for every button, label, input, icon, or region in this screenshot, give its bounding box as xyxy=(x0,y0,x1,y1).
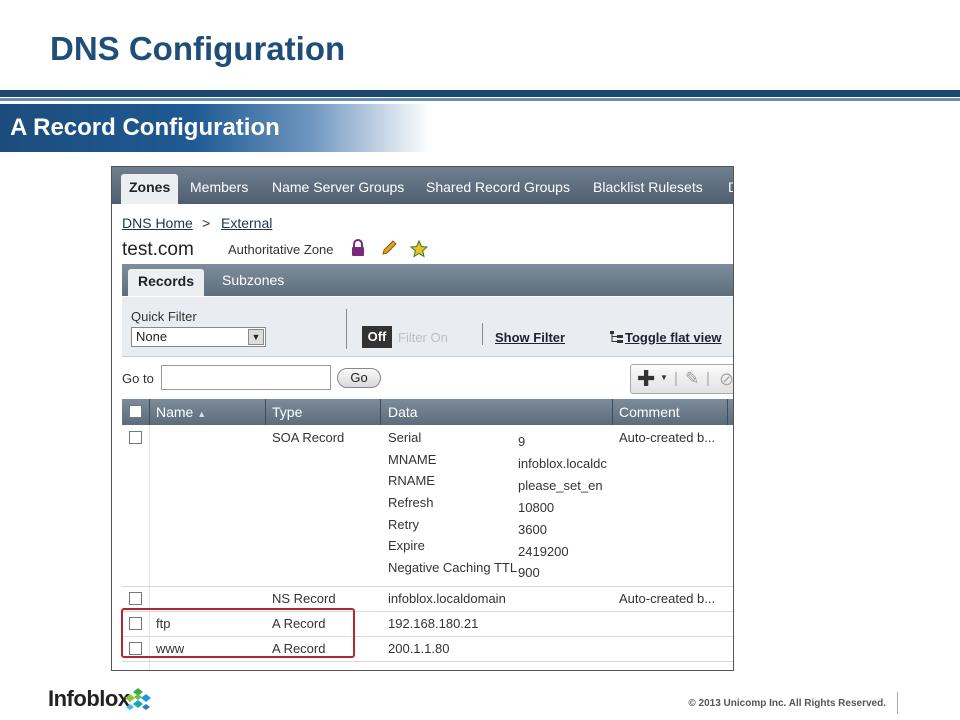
soa-field-refresh: Refresh xyxy=(388,495,434,510)
row-checkbox[interactable] xyxy=(129,431,142,444)
soa-field-expire: Expire xyxy=(388,538,425,553)
record-comment: Auto-created b... xyxy=(619,591,716,606)
row-divider xyxy=(122,661,733,662)
soa-field-retry: Retry xyxy=(388,517,420,532)
column-header-type[interactable]: Type xyxy=(272,404,302,420)
soa-field-rname: RNAME xyxy=(388,473,435,488)
record-type: SOA Record xyxy=(272,430,345,445)
title-rule-thin xyxy=(0,98,960,101)
lock-icon[interactable] xyxy=(348,239,368,259)
slide-title: DNS Configuration xyxy=(50,30,346,67)
app-screenshot: Zones Members Name Server Groups Shared … xyxy=(111,166,734,671)
record-comment: Auto-created b... xyxy=(619,430,716,445)
breadcrumb-home[interactable]: DNS Home xyxy=(122,215,193,231)
soa-value-refresh: 10800 xyxy=(518,500,555,515)
star-icon[interactable] xyxy=(409,239,429,259)
footer-divider xyxy=(897,692,898,714)
filter-on-button[interactable]: Filter On xyxy=(398,330,448,345)
toolbar-separator: | xyxy=(706,370,710,387)
tab-records[interactable]: Records xyxy=(128,269,205,296)
toolbar-separator: | xyxy=(674,370,678,387)
tab-zones[interactable]: Zones xyxy=(121,174,179,204)
infoblox-logo: Infoblox xyxy=(48,686,130,711)
tab-subzones[interactable]: Subzones xyxy=(222,272,284,288)
edit-icon[interactable]: ✎ xyxy=(685,369,699,389)
tab-shared-record-groups[interactable]: Shared Record Groups xyxy=(426,179,570,195)
zone-name: test.com xyxy=(122,239,194,260)
grid-header-separator xyxy=(265,399,266,425)
tab-blacklist-rulesets[interactable]: Blacklist Rulesets xyxy=(593,179,703,195)
select-all-checkbox[interactable] xyxy=(129,405,142,418)
row-checkbox[interactable] xyxy=(129,592,142,605)
column-header-name[interactable]: Name ▲ xyxy=(156,404,206,420)
records-subtab-bar: Records Subzones xyxy=(122,264,733,296)
soa-value-negative-ttl: 900 xyxy=(518,565,540,580)
tab-name-server-groups[interactable]: Name Server Groups xyxy=(272,179,404,195)
quick-filter-select[interactable]: None ▼ xyxy=(131,327,266,347)
record-data: 200.1.1.80 xyxy=(388,641,450,656)
infoblox-logo-mark xyxy=(124,687,152,713)
soa-value-expire: 2419200 xyxy=(518,544,569,559)
tab-overflow[interactable]: D xyxy=(728,179,733,195)
records-grid-header: Name ▲ Type Data Comment xyxy=(122,399,733,425)
column-name-label: Name xyxy=(156,404,194,420)
goto-label: Go to xyxy=(122,371,154,386)
go-button[interactable]: Go xyxy=(337,368,381,388)
filter-panel: Quick Filter None ▼ Off Filter On Show F… xyxy=(122,297,733,357)
section-title: A Record Configuration xyxy=(10,114,280,141)
record-type: NS Record xyxy=(272,591,336,606)
soa-value-serial: 9 xyxy=(518,434,526,449)
sort-ascending-icon: ▲ xyxy=(197,409,207,419)
quick-filter-value: None xyxy=(136,329,168,344)
a-record-highlight xyxy=(121,608,355,658)
copyright: © 2013 Unicomp Inc. All Rights Reserved. xyxy=(688,698,886,709)
soa-field-serial: Serial xyxy=(388,430,422,445)
delete-icon[interactable]: ⊘ xyxy=(719,369,733,390)
breadcrumb-separator: > xyxy=(202,215,211,231)
tab-members[interactable]: Members xyxy=(190,179,248,195)
column-header-data[interactable]: Data xyxy=(388,404,418,420)
title-rule xyxy=(0,90,960,97)
grid-header-separator xyxy=(380,399,381,425)
goto-input[interactable] xyxy=(161,365,331,390)
soa-value-rname: please_set_en xyxy=(518,478,603,493)
soa-value-mname: infoblox.localdc xyxy=(518,456,607,471)
zone-type: Authoritative Zone xyxy=(228,242,334,257)
soa-field-mname: MNAME xyxy=(388,452,437,467)
filter-divider xyxy=(346,309,347,349)
tree-view-icon[interactable] xyxy=(609,330,625,347)
soa-field-negative-ttl: Negative Caching TTL xyxy=(388,560,518,575)
record-toolbar: ✚ ▼ | ✎ | ⊘ xyxy=(630,364,733,394)
filter-divider-2 xyxy=(482,323,483,345)
grid-header-separator xyxy=(612,399,613,425)
record-data: infoblox.localdomain xyxy=(388,591,506,606)
section-banner: A Record Configuration xyxy=(0,104,430,152)
record-data: 192.168.180.21 xyxy=(388,616,479,631)
column-header-comment[interactable]: Comment xyxy=(619,404,680,420)
filter-off-button[interactable]: Off xyxy=(362,326,392,348)
grid-header-separator xyxy=(727,399,728,425)
pencil-icon[interactable] xyxy=(379,239,399,259)
top-navigation: Zones Members Name Server Groups Shared … xyxy=(112,167,733,204)
quick-filter-label: Quick Filter xyxy=(131,309,197,324)
breadcrumb-current[interactable]: External xyxy=(221,215,272,231)
chevron-down-icon[interactable]: ▼ xyxy=(660,373,668,382)
toggle-flat-view-link[interactable]: Toggle flat view xyxy=(625,330,722,345)
add-icon[interactable]: ✚ xyxy=(637,366,655,392)
grid-header-separator xyxy=(149,399,150,425)
chevron-down-icon[interactable]: ▼ xyxy=(248,329,264,345)
table-row[interactable]: SOA Record Serial MNAME RNAME Refresh Re… xyxy=(122,425,733,585)
soa-value-retry: 3600 xyxy=(518,522,547,537)
show-filter-link[interactable]: Show Filter xyxy=(495,330,565,345)
